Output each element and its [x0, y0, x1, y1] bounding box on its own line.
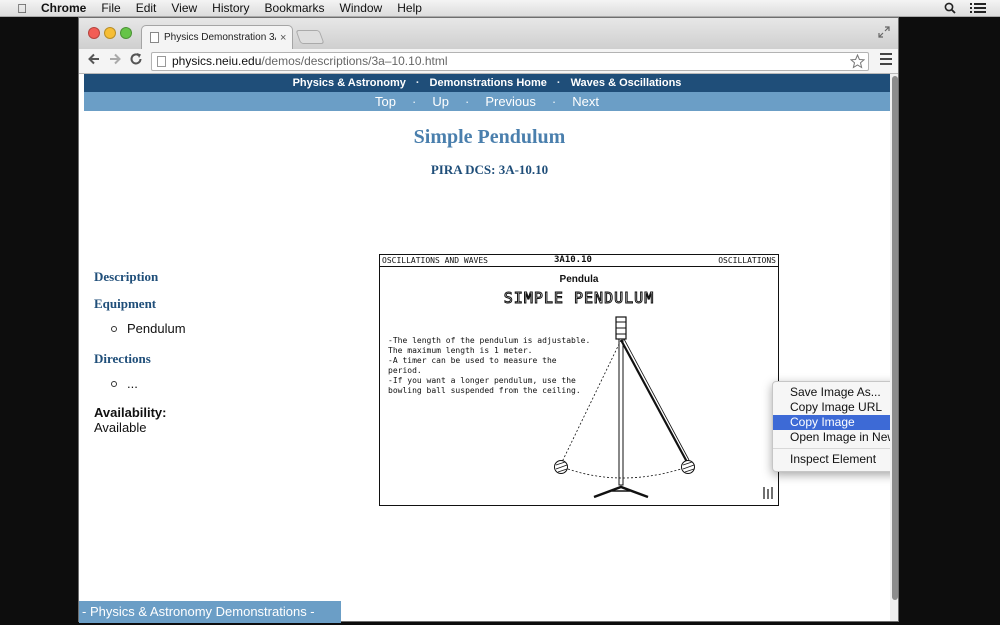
menu-item-inspect-element[interactable]: Inspect Element: [773, 452, 898, 467]
secondary-nav-bar: Top · Up · Previous · Next: [84, 92, 890, 111]
bookmark-star-icon[interactable]: [850, 54, 865, 69]
nav-separator: ·: [412, 94, 417, 109]
nav-physics-astronomy[interactable]: Physics & Astronomy: [293, 77, 406, 89]
menu-item-open-image-new-tab[interactable]: Open Image in New Tab: [773, 430, 898, 445]
nav-up-link[interactable]: Up: [432, 94, 449, 109]
menu-view[interactable]: View: [171, 0, 197, 17]
tab-title: Physics Demonstration 3A: [164, 32, 276, 43]
url-path: /demos/descriptions/3a–10.10.html: [261, 54, 448, 68]
menu-item-copy-image-url[interactable]: Copy Image URL: [773, 400, 898, 415]
browser-toolbar: physics.neiu.edu/demos/descriptions/3a–1…: [79, 49, 898, 74]
menu-app-chrome[interactable]: Chrome: [41, 0, 86, 17]
mac-menubar:  Chrome File Edit View History Bookmark…: [0, 0, 1000, 17]
footer-banner[interactable]: - Physics & Astronomy Demonstrations -: [79, 601, 341, 623]
back-arrow-icon[interactable]: [87, 52, 101, 66]
nav-demonstrations-home[interactable]: Demonstrations Home: [430, 77, 547, 89]
equipment-item-label: Pendulum: [127, 321, 186, 336]
menu-file[interactable]: File: [101, 0, 120, 17]
directions-item-label: ...: [127, 376, 138, 391]
directions-list-item: ...: [111, 376, 138, 391]
chrome-menu-icon[interactable]: [880, 53, 892, 68]
apple-icon[interactable]: : [13, 0, 31, 17]
page-info-icon[interactable]: [157, 56, 166, 67]
directions-heading: Directions: [94, 351, 151, 366]
nav-separator: ·: [551, 94, 557, 109]
image-context-menu: Save Image As... Copy Image URL Copy Ima…: [772, 381, 898, 472]
close-window-button[interactable]: [88, 27, 100, 39]
browser-tab[interactable]: Physics Demonstration 3A ×: [141, 25, 293, 49]
url-host: physics.neiu.edu: [172, 54, 262, 68]
nav-waves-oscillations[interactable]: Waves & Oscillations: [571, 77, 682, 89]
tab-close-icon[interactable]: ×: [280, 32, 286, 44]
menu-history[interactable]: History: [212, 0, 249, 17]
bullet-icon: [111, 325, 117, 332]
reload-icon[interactable]: [129, 52, 143, 66]
new-tab-button[interactable]: [295, 30, 325, 44]
fullscreen-icon[interactable]: [878, 26, 890, 38]
page-icon: [150, 32, 159, 43]
page-title: Simple Pendulum: [413, 126, 566, 148]
address-bar[interactable]: physics.neiu.edu/demos/descriptions/3a–1…: [151, 52, 869, 71]
pendulum-diagram-image[interactable]: OSCILLATIONS AND WAVES 3A10.10 OSCILLATI…: [379, 254, 779, 506]
description-heading: Description: [94, 269, 159, 284]
zoom-window-button[interactable]: [120, 27, 132, 39]
availability-heading: Availability:: [94, 405, 167, 420]
scrollbar-thumb[interactable]: [892, 76, 898, 600]
menu-help[interactable]: Help: [397, 0, 422, 17]
menu-separator: [773, 448, 898, 449]
bullet-icon: [111, 380, 117, 387]
page-viewport: Physics & Astronomy · Demonstrations Hom…: [79, 74, 898, 621]
browser-window: Physics Demonstration 3A × physics.neiu.…: [78, 17, 899, 622]
forward-arrow-icon[interactable]: [108, 52, 122, 66]
top-nav-bar: Physics & Astronomy · Demonstrations Hom…: [84, 74, 890, 92]
equipment-heading: Equipment: [94, 296, 157, 311]
equipment-list-item: Pendulum: [111, 321, 186, 336]
menu-item-save-image-as[interactable]: Save Image As...: [773, 385, 898, 400]
menu-window[interactable]: Window: [340, 0, 383, 17]
list-icon[interactable]: [970, 2, 986, 14]
title-bar: Physics Demonstration 3A ×: [79, 18, 898, 49]
pira-code: PIRA DCS: 3A-10.10: [430, 162, 549, 177]
availability-value: Available: [94, 420, 147, 435]
search-icon[interactable]: [944, 2, 956, 14]
menu-item-copy-image[interactable]: Copy Image: [773, 415, 898, 430]
menu-bookmarks[interactable]: Bookmarks: [265, 0, 325, 17]
nav-separator: ·: [556, 77, 561, 89]
nav-separator: ·: [464, 94, 470, 109]
nav-separator: ·: [415, 77, 420, 89]
vertical-scrollbar[interactable]: [890, 74, 898, 621]
nav-next-link[interactable]: Next: [572, 94, 599, 109]
minimize-window-button[interactable]: [104, 27, 116, 39]
nav-top-link[interactable]: Top: [375, 94, 396, 109]
pendulum-drawing: [554, 316, 773, 499]
nav-previous-link[interactable]: Previous: [485, 94, 536, 109]
menu-edit[interactable]: Edit: [136, 0, 157, 17]
